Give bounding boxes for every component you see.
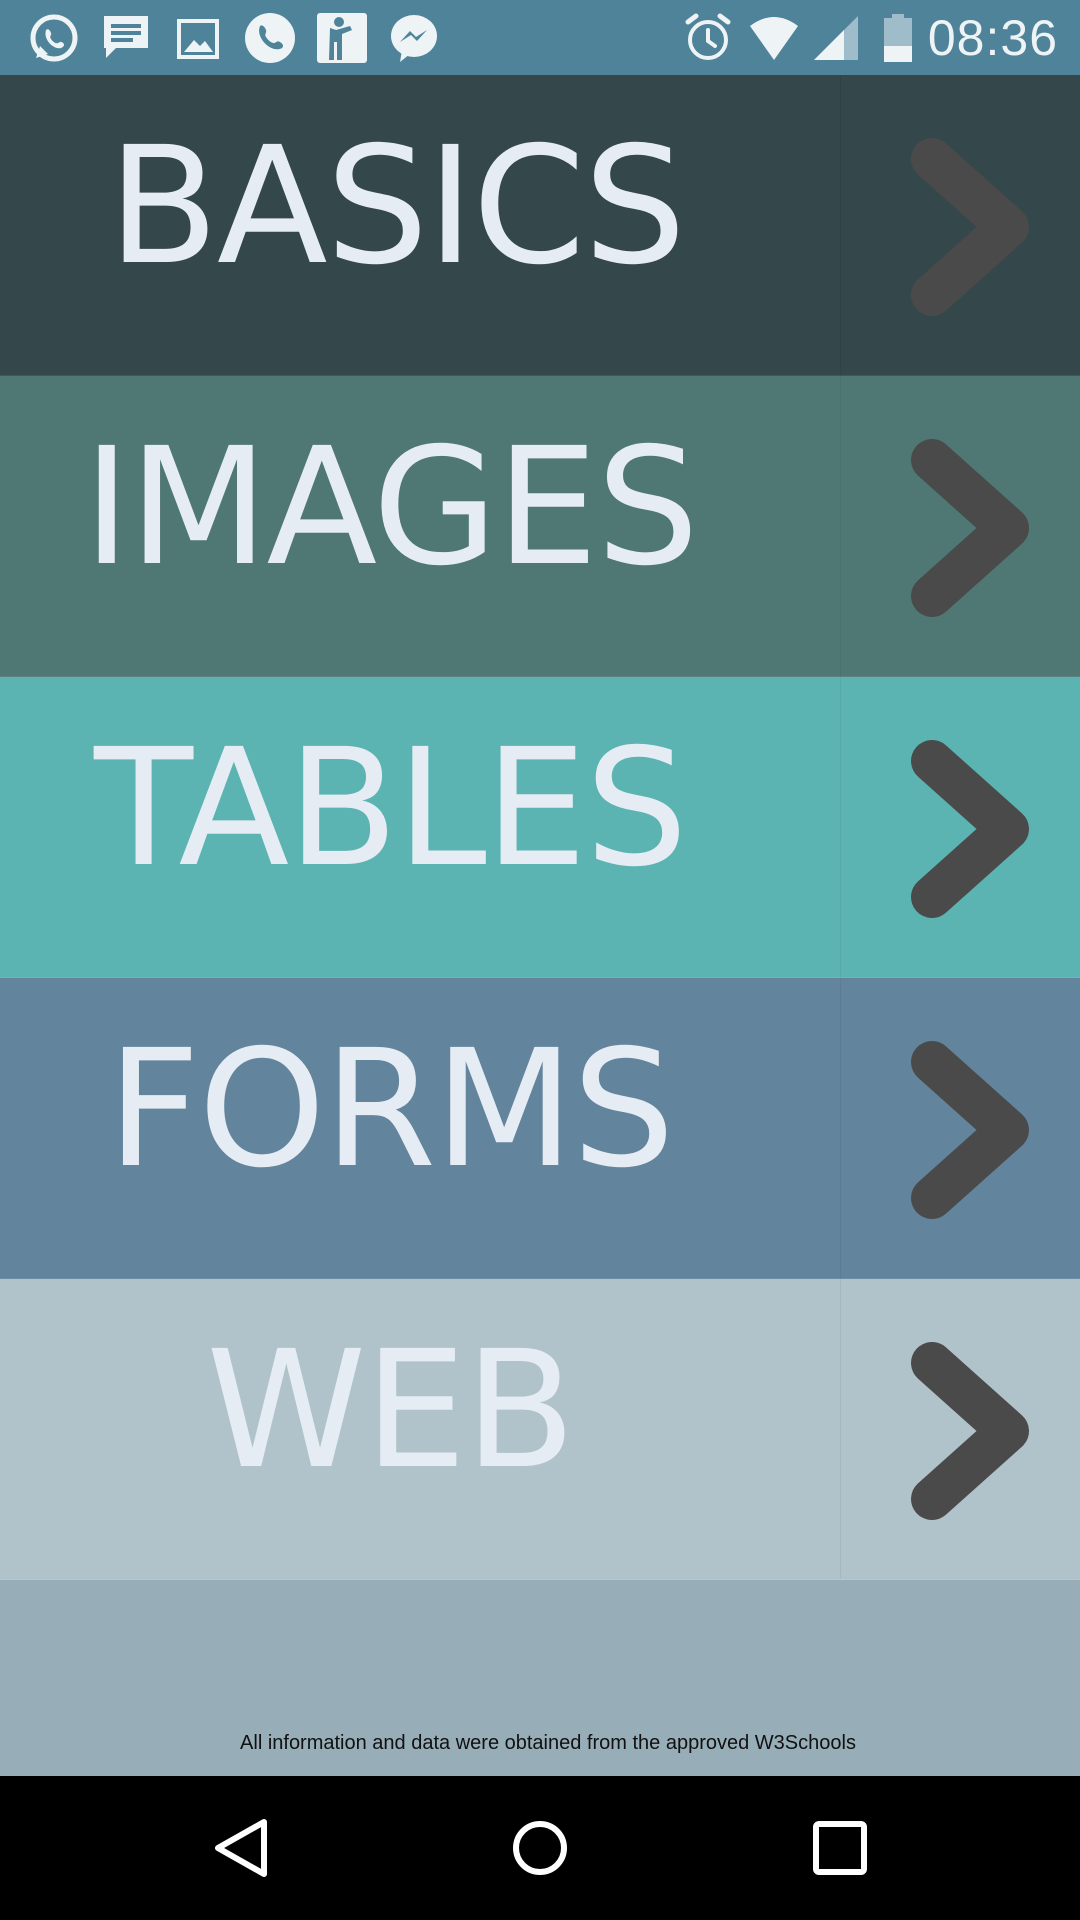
home-icon[interactable] <box>504 1812 576 1884</box>
menu-item-label: TABLES <box>94 715 688 903</box>
chevron-right-icon[interactable] <box>910 137 1030 317</box>
menu-item-forms[interactable]: FORMS <box>0 978 1080 1279</box>
footer-area: All information and data were obtained f… <box>0 1580 1080 1776</box>
menu-item-label: FORMS <box>107 1016 675 1204</box>
menu-item-web[interactable]: WEB <box>0 1279 1080 1580</box>
messenger-icon <box>391 15 437 62</box>
chevron-right-icon[interactable] <box>910 739 1030 919</box>
menu-item-label: WEB <box>206 1317 576 1505</box>
topic-menu: BASICS IMAGES TABLES FORMS WEB <box>0 75 1080 1580</box>
back-icon[interactable] <box>204 1812 276 1884</box>
alarm-icon <box>685 13 731 60</box>
battery-icon <box>884 14 912 62</box>
signal-icon <box>814 16 858 60</box>
menu-item-label: IMAGES <box>82 414 699 602</box>
clock-time: 08:36 <box>927 10 1058 66</box>
menu-item-tables[interactable]: TABLES <box>0 677 1080 978</box>
chevron-right-icon[interactable] <box>910 438 1030 618</box>
whatsapp-icon <box>30 14 78 62</box>
recents-icon[interactable] <box>804 1812 876 1884</box>
phone-icon <box>245 13 295 63</box>
footer-disclaimer: All information and data were obtained f… <box>240 1732 856 1754</box>
message-icon <box>104 16 148 58</box>
navigation-bar <box>0 1776 1080 1920</box>
menu-item-basics[interactable]: BASICS <box>0 75 1080 376</box>
gallery-icon <box>177 19 219 59</box>
wifi-icon <box>750 17 798 60</box>
accessibility-icon <box>317 13 367 63</box>
chevron-right-icon[interactable] <box>910 1341 1030 1521</box>
menu-item-label: BASICS <box>107 113 687 301</box>
status-bar: 08:36 <box>0 0 1080 75</box>
menu-item-images[interactable]: IMAGES <box>0 376 1080 677</box>
chevron-right-icon[interactable] <box>910 1040 1030 1220</box>
